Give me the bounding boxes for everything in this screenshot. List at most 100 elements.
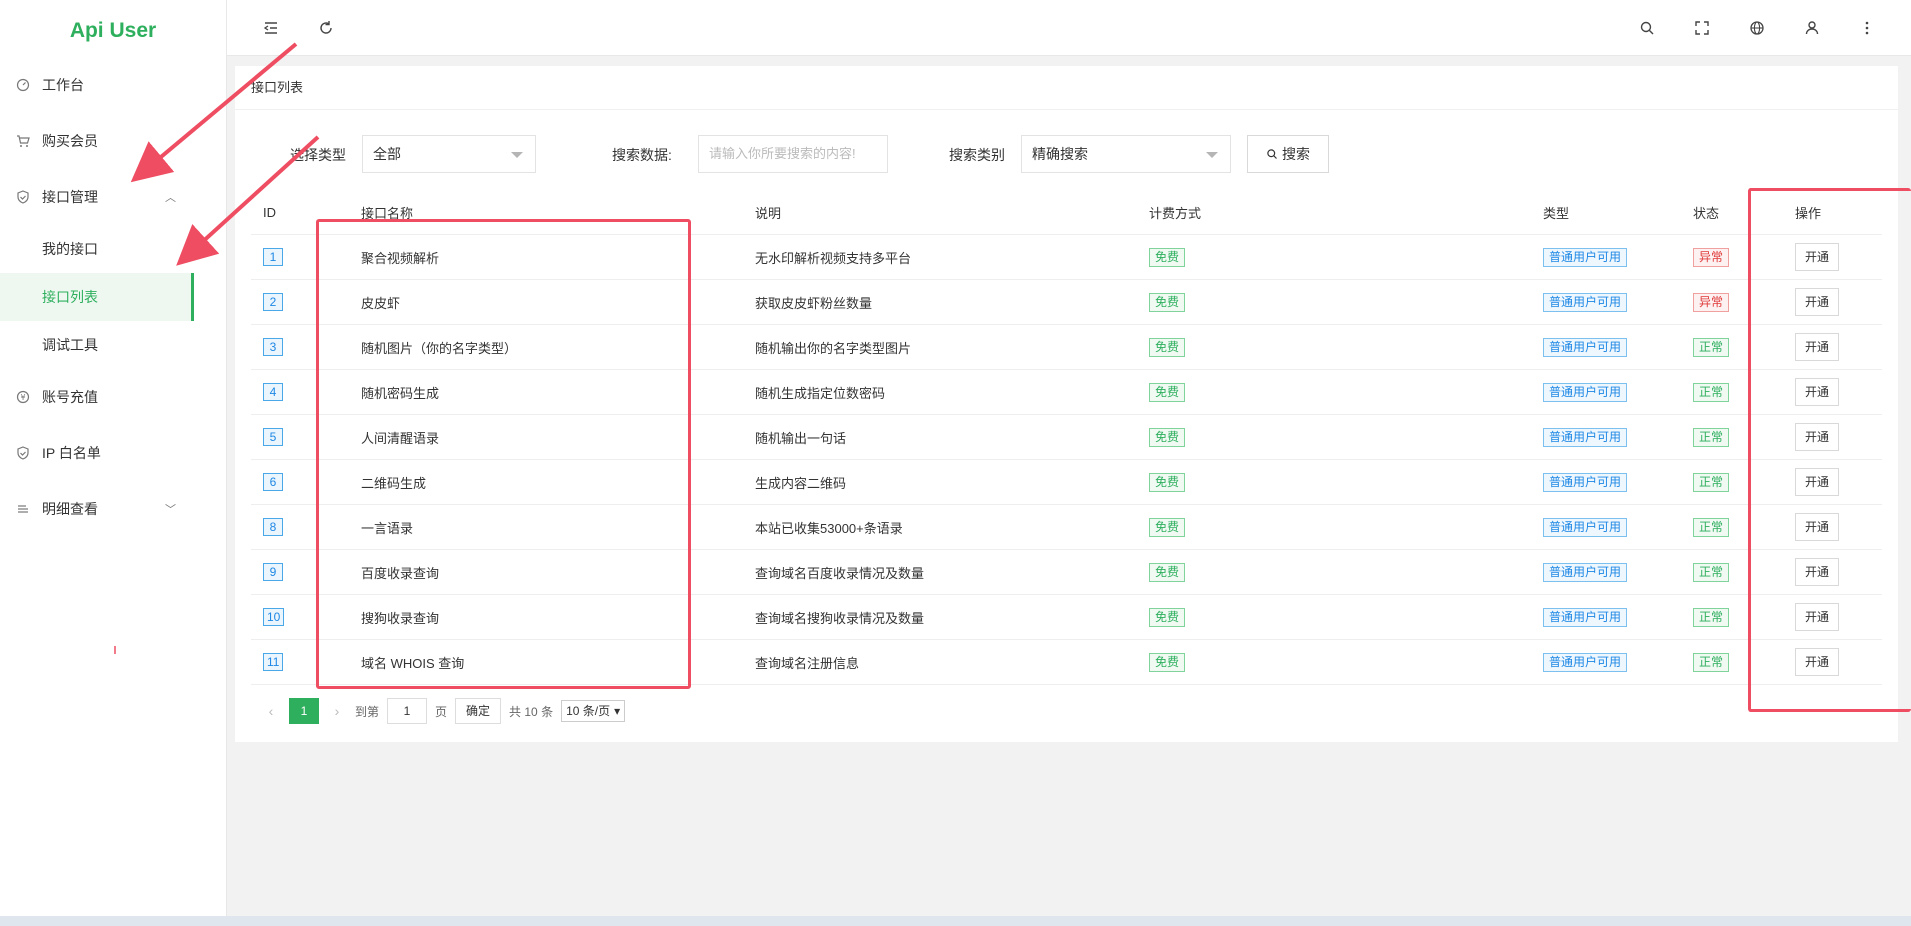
page-unit-label: 页 bbox=[435, 704, 448, 719]
api-name: 域名 WHOIS 查询 bbox=[361, 655, 465, 671]
col-desc: 说明 bbox=[755, 205, 782, 221]
id-badge: 3 bbox=[263, 338, 283, 356]
billing-tag: 免费 bbox=[1149, 472, 1186, 492]
list-icon bbox=[16, 502, 30, 516]
goto-page-input[interactable]: 1 bbox=[387, 698, 428, 724]
table-header: ID 接口名称 说明 计费方式 类型 状态 操作 bbox=[251, 190, 1882, 235]
type-select[interactable]: 全部 bbox=[362, 135, 536, 173]
sidebar-item-debug-tools[interactable]: 调试工具 bbox=[0, 321, 226, 369]
open-button[interactable]: 开通 bbox=[1795, 243, 1840, 271]
sidebar-item-api-list[interactable]: 接口列表 bbox=[0, 273, 194, 321]
open-button[interactable]: 开通 bbox=[1795, 468, 1840, 496]
category-select[interactable]: 精确搜索 bbox=[1021, 135, 1231, 173]
api-name: 百度收录查询 bbox=[361, 565, 440, 581]
table-row: 6 二维码生成 生成内容二维码 免费 普通用户可用 正常 开通 bbox=[251, 460, 1882, 505]
api-desc: 随机生成指定位数密码 bbox=[755, 385, 886, 401]
sidebar-item-recharge[interactable]: ¥ 账号充值 bbox=[0, 369, 226, 425]
type-tag: 普通用户可用 bbox=[1543, 562, 1628, 582]
goto-confirm-button[interactable]: 确定 bbox=[455, 698, 502, 724]
api-desc: 生成内容二维码 bbox=[755, 475, 847, 491]
status-badge: 正常 bbox=[1693, 382, 1730, 402]
fullscreen-icon[interactable] bbox=[1690, 16, 1714, 40]
type-label: 选择类型 bbox=[290, 147, 346, 163]
billing-tag: 免费 bbox=[1149, 247, 1186, 267]
sidebar-item-label: 明细查看 bbox=[42, 501, 98, 517]
api-name: 二维码生成 bbox=[361, 475, 427, 491]
billing-tag: 免费 bbox=[1149, 292, 1186, 312]
search-data-label: 搜索数据: bbox=[612, 147, 672, 163]
type-tag: 普通用户可用 bbox=[1543, 652, 1628, 672]
table-row: 9 百度收录查询 查询域名百度收录情况及数量 免费 普通用户可用 正常 开通 bbox=[251, 550, 1882, 595]
cart-icon bbox=[16, 134, 30, 148]
status-badge: 正常 bbox=[1693, 337, 1730, 357]
sidebar-item-buy-membership[interactable]: 购买会员 bbox=[0, 113, 226, 169]
billing-tag: 免费 bbox=[1149, 337, 1186, 357]
type-tag: 普通用户可用 bbox=[1543, 607, 1628, 627]
api-desc: 查询域名百度收录情况及数量 bbox=[755, 565, 925, 581]
status-badge: 正常 bbox=[1693, 562, 1730, 582]
open-button[interactable]: 开通 bbox=[1795, 513, 1840, 541]
yen-icon: ¥ bbox=[16, 390, 30, 404]
open-button[interactable]: 开通 bbox=[1795, 603, 1840, 631]
table-row: 11 域名 WHOIS 查询 查询域名注册信息 免费 普通用户可用 正常 开通 bbox=[251, 640, 1882, 685]
sidebar-item-my-api[interactable]: 我的接口 bbox=[0, 225, 226, 273]
sidebar-item-dashboard[interactable]: 工作台 bbox=[0, 57, 226, 113]
api-name: 皮皮虾 bbox=[361, 295, 401, 311]
more-vertical-icon[interactable] bbox=[1855, 16, 1879, 40]
table-row: 10 搜狗收录查询 查询域名搜狗收录情况及数量 免费 普通用户可用 正常 开通 bbox=[251, 595, 1882, 640]
card-title: 接口列表 bbox=[235, 66, 1898, 110]
search-icon bbox=[1267, 149, 1277, 159]
open-button[interactable]: 开通 bbox=[1795, 288, 1840, 316]
id-badge: 5 bbox=[263, 428, 283, 446]
sidebar-item-api-management[interactable]: 接口管理 ︿ bbox=[0, 169, 226, 225]
open-button[interactable]: 开通 bbox=[1795, 333, 1840, 361]
col-type: 类型 bbox=[1543, 205, 1570, 221]
sidebar-item-label: 购买会员 bbox=[42, 133, 98, 149]
table-row: 1 聚合视频解析 无水印解析视频支持多平台 免费 普通用户可用 异常 开通 bbox=[251, 235, 1882, 280]
page-size-select[interactable]: 10 条/页 ▾ bbox=[561, 700, 626, 722]
table-row: 4 随机密码生成 随机生成指定位数密码 免费 普通用户可用 正常 开通 bbox=[251, 370, 1882, 415]
api-name: 一言语录 bbox=[361, 520, 414, 536]
col-status: 状态 bbox=[1693, 205, 1720, 221]
sidebar-item-details[interactable]: 明细查看 ﹀ bbox=[0, 481, 226, 537]
type-tag: 普通用户可用 bbox=[1543, 427, 1628, 447]
type-tag: 普通用户可用 bbox=[1543, 337, 1628, 357]
api-desc: 随机输出一句话 bbox=[755, 430, 847, 446]
status-badge: 异常 bbox=[1693, 247, 1730, 267]
billing-tag: 免费 bbox=[1149, 652, 1186, 672]
user-icon[interactable] bbox=[1800, 16, 1824, 40]
search-button[interactable]: 搜索 bbox=[1247, 135, 1329, 173]
api-desc: 无水印解析视频支持多平台 bbox=[755, 250, 912, 266]
api-desc: 查询域名注册信息 bbox=[755, 655, 860, 671]
billing-tag: 免费 bbox=[1149, 607, 1186, 627]
next-page-icon[interactable]: › bbox=[327, 703, 347, 719]
billing-tag: 免费 bbox=[1149, 562, 1186, 582]
billing-tag: 免费 bbox=[1149, 517, 1186, 537]
type-tag: 普通用户可用 bbox=[1543, 247, 1628, 267]
prev-page-icon[interactable]: ‹ bbox=[261, 703, 281, 719]
shield-icon bbox=[16, 446, 30, 460]
col-name: 接口名称 bbox=[361, 205, 414, 221]
open-button[interactable]: 开通 bbox=[1795, 558, 1840, 586]
search-input[interactable]: 请输入你所要搜索的内容! bbox=[698, 135, 888, 173]
status-badge: 正常 bbox=[1693, 652, 1730, 672]
api-desc: 查询域名搜狗收录情况及数量 bbox=[755, 610, 925, 626]
open-button[interactable]: 开通 bbox=[1795, 378, 1840, 406]
menu-fold-icon[interactable] bbox=[259, 16, 283, 40]
open-button[interactable]: 开通 bbox=[1795, 648, 1840, 676]
search-icon[interactable] bbox=[1635, 16, 1659, 40]
svg-text:¥: ¥ bbox=[20, 393, 25, 402]
id-badge: 8 bbox=[263, 518, 283, 536]
sidebar-item-ip-whitelist[interactable]: IP 白名单 bbox=[0, 425, 226, 481]
globe-icon[interactable] bbox=[1745, 16, 1769, 40]
id-badge: 11 bbox=[263, 653, 284, 671]
api-name: 随机图片（你的名字类型） bbox=[361, 340, 518, 356]
status-badge: 异常 bbox=[1693, 292, 1730, 312]
sidebar-item-label: 接口管理 bbox=[42, 189, 98, 205]
open-button[interactable]: 开通 bbox=[1795, 423, 1840, 451]
refresh-icon[interactable] bbox=[314, 16, 338, 40]
app-logo: Api User bbox=[69, 19, 157, 42]
chevron-down-icon: ﹀ bbox=[165, 504, 176, 516]
page-number-current[interactable]: 1 bbox=[289, 698, 319, 724]
api-table: ID 接口名称 说明 计费方式 类型 状态 操作 1 聚合视频解析 无水印解析视频支… bbox=[251, 190, 1882, 685]
